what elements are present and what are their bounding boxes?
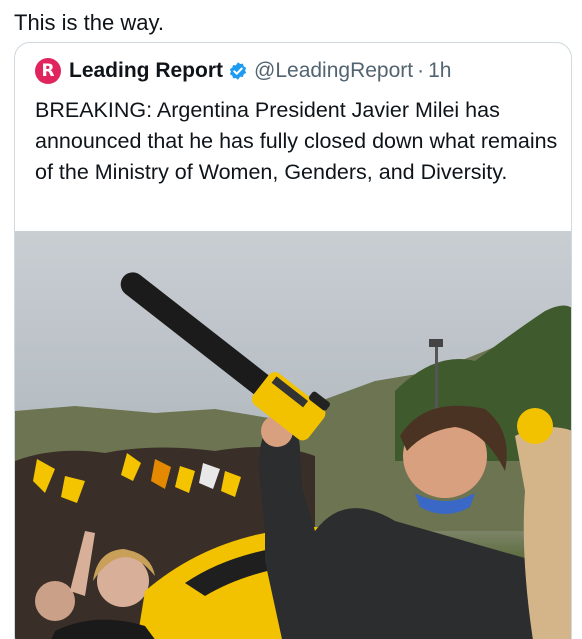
quote-body-text: BREAKING: Argentina President Javier Mil…	[35, 98, 558, 184]
post-text: This is the way.	[14, 10, 164, 35]
quoted-post-card[interactable]: R Leading Report @LeadingReport · 1h BRE…	[14, 42, 572, 639]
post-time[interactable]: 1h	[428, 59, 451, 83]
verified-badge-icon	[228, 61, 248, 81]
author-name[interactable]: Leading Report	[69, 59, 223, 83]
avatar-letter: R	[41, 61, 55, 81]
avatar[interactable]: R	[35, 58, 61, 84]
separator-dot: ·	[417, 59, 425, 82]
post-photo[interactable]	[15, 231, 571, 639]
author-handle[interactable]: @LeadingReport	[254, 59, 413, 83]
quote-header: R Leading Report @LeadingReport · 1h	[35, 57, 451, 85]
person	[35, 581, 75, 621]
